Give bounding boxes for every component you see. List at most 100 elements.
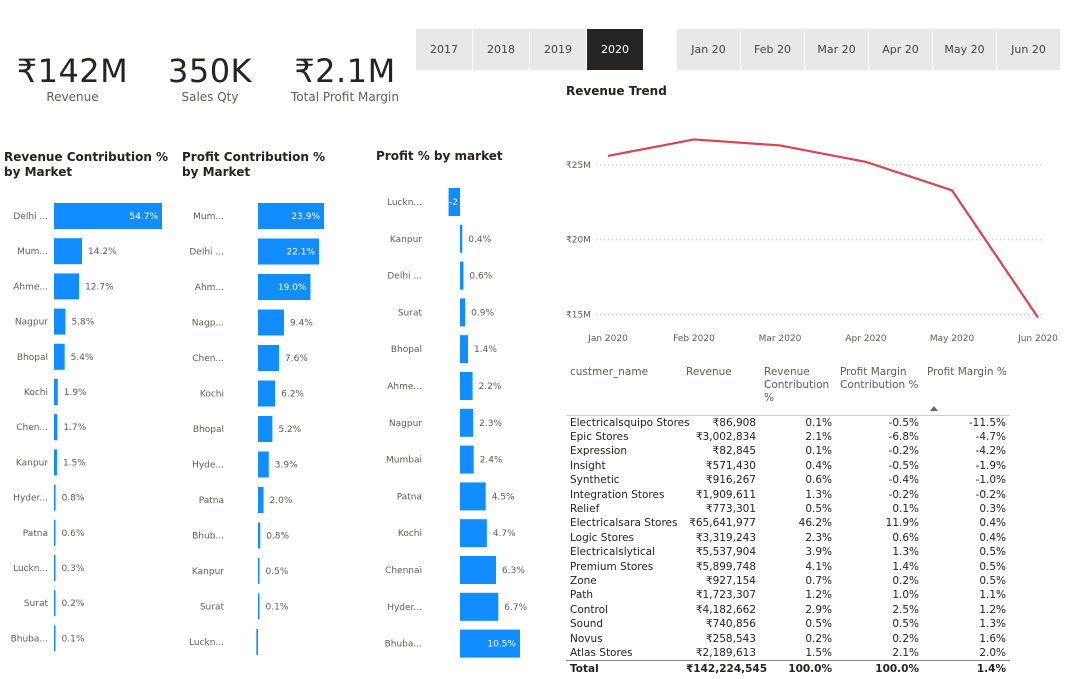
revenue-cell: ₹916,267 bbox=[705, 474, 756, 487]
bar[interactable] bbox=[258, 558, 260, 584]
customer-name-cell: Zone bbox=[570, 574, 597, 587]
month-jan-button[interactable]: Jan 20 bbox=[677, 29, 740, 70]
bar[interactable] bbox=[258, 522, 261, 549]
bar[interactable] bbox=[54, 343, 65, 370]
table-row[interactable]: Electricalslytical ₹5,537,904 3.9% 1.3% 0.5% bbox=[566, 545, 1010, 559]
bar[interactable] bbox=[54, 590, 56, 617]
bar[interactable] bbox=[54, 449, 57, 476]
revenue-contribution-chart: Delhi ... 54.7% Mum... 14.2% Ahme... 12.7% Nag… bbox=[11, 203, 162, 652]
bar[interactable] bbox=[460, 372, 473, 400]
table-row[interactable]: Integration Stores ₹1,909,611 1.3% -0.2% -0.… bbox=[566, 488, 1010, 502]
data-label: 12.7% bbox=[85, 282, 114, 292]
bar[interactable] bbox=[258, 487, 264, 513]
table-row[interactable]: Expression ₹82,845 0.1% -0.2% -4.2% bbox=[566, 444, 1010, 458]
profit-contribution-cell: 1.0% bbox=[892, 589, 919, 602]
bar[interactable] bbox=[258, 593, 260, 620]
table-row[interactable]: Synthetic ₹916,267 0.6% -0.4% -1.0% bbox=[566, 473, 1010, 487]
revenue-contribution-cell: 2.1% bbox=[805, 430, 832, 443]
bar[interactable] bbox=[258, 416, 273, 442]
col-header-profit-margin-contribution[interactable]: Profit Margin Contribution % bbox=[836, 360, 923, 415]
bar[interactable] bbox=[460, 335, 468, 364]
bar[interactable] bbox=[460, 445, 474, 474]
profit-margin-cell: -11.5% bbox=[923, 414, 1010, 430]
category-label: Bhuba... bbox=[11, 634, 48, 644]
category-label: Kanpur bbox=[390, 235, 422, 245]
bar[interactable] bbox=[54, 519, 56, 546]
table-row[interactable]: Epic Stores ₹3,002,834 2.1% -6.8% -4.7% bbox=[566, 430, 1010, 444]
month-feb-button[interactable]: Feb 20 bbox=[741, 29, 804, 70]
table-row[interactable]: Atlas Stores ₹2,189,613 1.5% 2.1% 2.0% bbox=[566, 646, 1010, 661]
bar[interactable] bbox=[54, 379, 58, 405]
customer-name-cell: Integration Stores bbox=[570, 488, 665, 501]
month-may-button[interactable]: May 20 bbox=[933, 29, 996, 70]
profit-contribution-cell: 0.5% bbox=[892, 618, 919, 631]
bar[interactable] bbox=[460, 408, 474, 437]
table-row[interactable]: Zone ₹927,154 0.7% 0.2% 0.5% bbox=[566, 574, 1010, 588]
revenue-cell: ₹773,301 bbox=[705, 502, 756, 515]
category-label: Ahm... bbox=[195, 283, 224, 293]
profit-margin-cell: -0.2% bbox=[975, 488, 1006, 501]
table-row[interactable]: Control ₹4,182,662 2.9% 2.5% 1.2% bbox=[566, 603, 1010, 617]
total-profit-contribution: 100.0% bbox=[836, 660, 923, 678]
y-tick-label: ₹15M bbox=[566, 311, 591, 321]
category-label: Patna bbox=[23, 529, 48, 539]
data-label: 19.0% bbox=[278, 283, 307, 293]
bar[interactable] bbox=[54, 308, 66, 335]
year-2018-button[interactable]: 2018 bbox=[473, 29, 529, 70]
category-label: Patna bbox=[397, 492, 422, 502]
profit-contribution-cell: 0.2% bbox=[892, 574, 919, 587]
category-label: Bhopal bbox=[193, 425, 224, 435]
col-header-customer[interactable]: custmer_name bbox=[566, 360, 682, 415]
table-row[interactable]: Path ₹1,723,307 1.2% 1.0% 1.1% bbox=[566, 588, 1010, 602]
profit-margin-cell: -4.2% bbox=[975, 445, 1006, 458]
col-header-revenue-contribution[interactable]: Revenue Contribution % bbox=[760, 360, 836, 415]
bar[interactable] bbox=[54, 625, 56, 652]
bar[interactable] bbox=[54, 273, 80, 300]
bar[interactable] bbox=[258, 345, 279, 371]
bar[interactable] bbox=[460, 519, 487, 548]
category-label: Delhi ... bbox=[189, 248, 224, 258]
category-label: Nagpur bbox=[389, 419, 422, 429]
kpi-label: Sales Qty bbox=[181, 90, 239, 104]
revenue-cell: ₹571,430 bbox=[705, 459, 756, 472]
col-header-revenue[interactable]: Revenue bbox=[682, 360, 760, 415]
bar[interactable] bbox=[54, 414, 58, 441]
bar[interactable] bbox=[54, 238, 83, 265]
month-mar-button[interactable]: Mar 20 bbox=[805, 29, 868, 70]
bar[interactable] bbox=[460, 482, 486, 511]
year-2020-button[interactable]: 2020 bbox=[587, 29, 643, 70]
table-row[interactable]: Relief ₹773,301 0.5% 0.1% 0.3% bbox=[566, 502, 1010, 516]
data-label: 23.9% bbox=[291, 212, 320, 222]
total-revenue-contribution: 100.0% bbox=[760, 660, 836, 678]
year-2017-button[interactable]: 2017 bbox=[416, 29, 472, 70]
profit-margin-cell: -1.9% bbox=[975, 459, 1006, 472]
category-label: Kochi bbox=[398, 529, 422, 539]
table-row[interactable]: Logic Stores ₹3,319,243 2.3% 0.6% 0.4% bbox=[566, 531, 1010, 545]
kpi-profit-margin: ₹2.1M Total Profit Margin bbox=[280, 52, 410, 104]
data-label: 1.9% bbox=[64, 388, 87, 398]
year-2019-button[interactable]: 2019 bbox=[530, 29, 586, 70]
bar[interactable] bbox=[54, 555, 56, 581]
bar[interactable] bbox=[460, 261, 464, 290]
table-row[interactable]: Premium Stores ₹5,899,748 4.1% 1.4% 0.5% bbox=[566, 560, 1010, 574]
revenue-cell: ₹5,537,904 bbox=[695, 546, 756, 559]
bar[interactable] bbox=[258, 380, 276, 407]
table-row[interactable]: Insight ₹571,430 0.4% -0.5% -1.9% bbox=[566, 459, 1010, 473]
bar[interactable] bbox=[460, 592, 499, 621]
table-row[interactable]: Sound ₹740,856 0.5% 0.5% 1.3% bbox=[566, 617, 1010, 631]
bar[interactable] bbox=[54, 484, 56, 511]
table-row[interactable]: Novus ₹258,543 0.2% 0.2% 1.6% bbox=[566, 632, 1010, 646]
bar[interactable] bbox=[460, 556, 496, 584]
table-row[interactable]: Electricalsquipo Stores ₹86,908 0.1% -0.5% -… bbox=[566, 414, 1010, 430]
table-row[interactable]: Electricalsara Stores ₹65,641,977 46.2% 11.… bbox=[566, 516, 1010, 530]
bar[interactable] bbox=[258, 451, 269, 478]
bar[interactable] bbox=[460, 298, 466, 327]
revenue-line[interactable] bbox=[607, 138, 1039, 319]
bar[interactable] bbox=[460, 224, 463, 253]
sort-ascending-icon[interactable] bbox=[930, 406, 938, 411]
month-apr-button[interactable]: Apr 20 bbox=[869, 29, 932, 70]
profit-contribution-title: Profit Contribution % by Market bbox=[182, 150, 326, 179]
bar[interactable] bbox=[256, 629, 258, 655]
bar[interactable] bbox=[258, 309, 284, 336]
month-jun-button[interactable]: Jun 20 bbox=[997, 29, 1060, 70]
